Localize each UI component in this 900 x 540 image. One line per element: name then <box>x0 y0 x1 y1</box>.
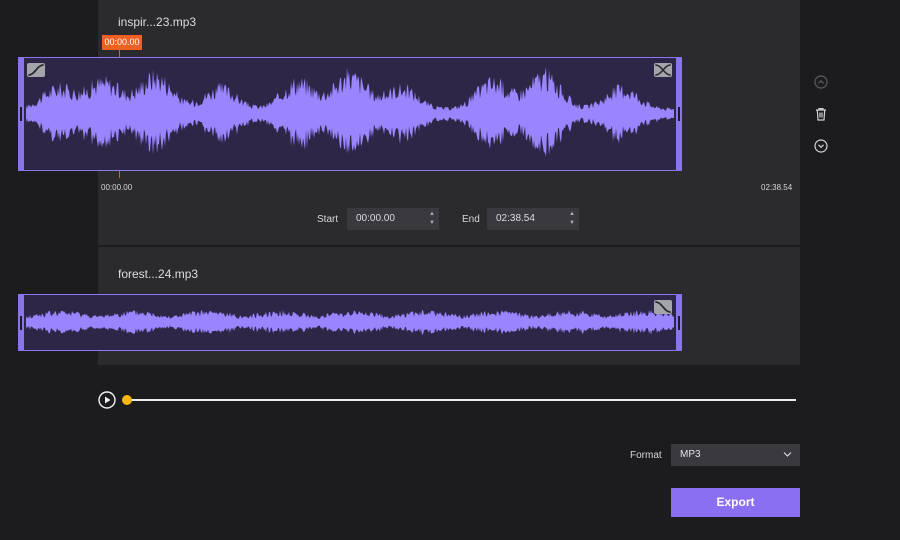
end-time-stepper[interactable]: ▲ ▼ <box>568 210 576 228</box>
trim-handle-right[interactable] <box>676 294 682 351</box>
format-select[interactable]: MP3 <box>671 444 800 466</box>
export-button[interactable]: Export <box>671 488 800 517</box>
trim-handle-right[interactable] <box>676 57 682 171</box>
chevron-up-icon[interactable]: ▲ <box>428 210 436 219</box>
format-label: Format <box>630 450 662 461</box>
start-time-input[interactable]: 00:00.00 ▲ ▼ <box>347 208 439 230</box>
chevron-down-icon <box>783 452 792 457</box>
track-start-time: 00:00.00 <box>101 183 133 192</box>
start-label: Start <box>317 214 339 225</box>
end-label: End <box>462 214 480 225</box>
trash-icon[interactable] <box>813 106 829 122</box>
start-time-value: 00:00.00 <box>356 213 395 224</box>
fade-out-icon[interactable] <box>654 300 672 314</box>
trim-handle-left[interactable] <box>18 57 24 171</box>
waveform-graphic <box>26 309 674 335</box>
playhead-time-badge[interactable]: 00:00.00 <box>102 35 142 50</box>
end-time-input[interactable]: 02:38.54 ▲ ▼ <box>487 208 579 230</box>
chevron-up-icon[interactable]: ▲ <box>568 210 576 219</box>
format-value: MP3 <box>680 449 701 460</box>
chevron-up-circle-icon[interactable] <box>813 74 829 90</box>
track-end-time: 02:38.54 <box>761 183 793 192</box>
waveform-graphic <box>26 67 674 158</box>
play-icon[interactable] <box>98 391 116 409</box>
waveform-track-2[interactable] <box>18 294 682 351</box>
waveform-track-1[interactable] <box>18 57 682 171</box>
fade-out-icon[interactable] <box>654 63 672 77</box>
start-time-stepper[interactable]: ▲ ▼ <box>428 210 436 228</box>
chevron-down-circle-icon[interactable] <box>813 138 829 154</box>
fade-in-icon[interactable] <box>27 63 45 77</box>
trim-handle-left[interactable] <box>18 294 24 351</box>
track-title: forest...24.mp3 <box>118 267 199 281</box>
chevron-down-icon[interactable]: ▼ <box>428 219 436 228</box>
progress-knob[interactable] <box>122 395 132 405</box>
end-time-value: 02:38.54 <box>496 213 535 224</box>
chevron-down-icon[interactable]: ▼ <box>568 219 576 228</box>
track-title: inspir...23.mp3 <box>118 15 197 29</box>
progress-bar[interactable] <box>127 399 796 401</box>
